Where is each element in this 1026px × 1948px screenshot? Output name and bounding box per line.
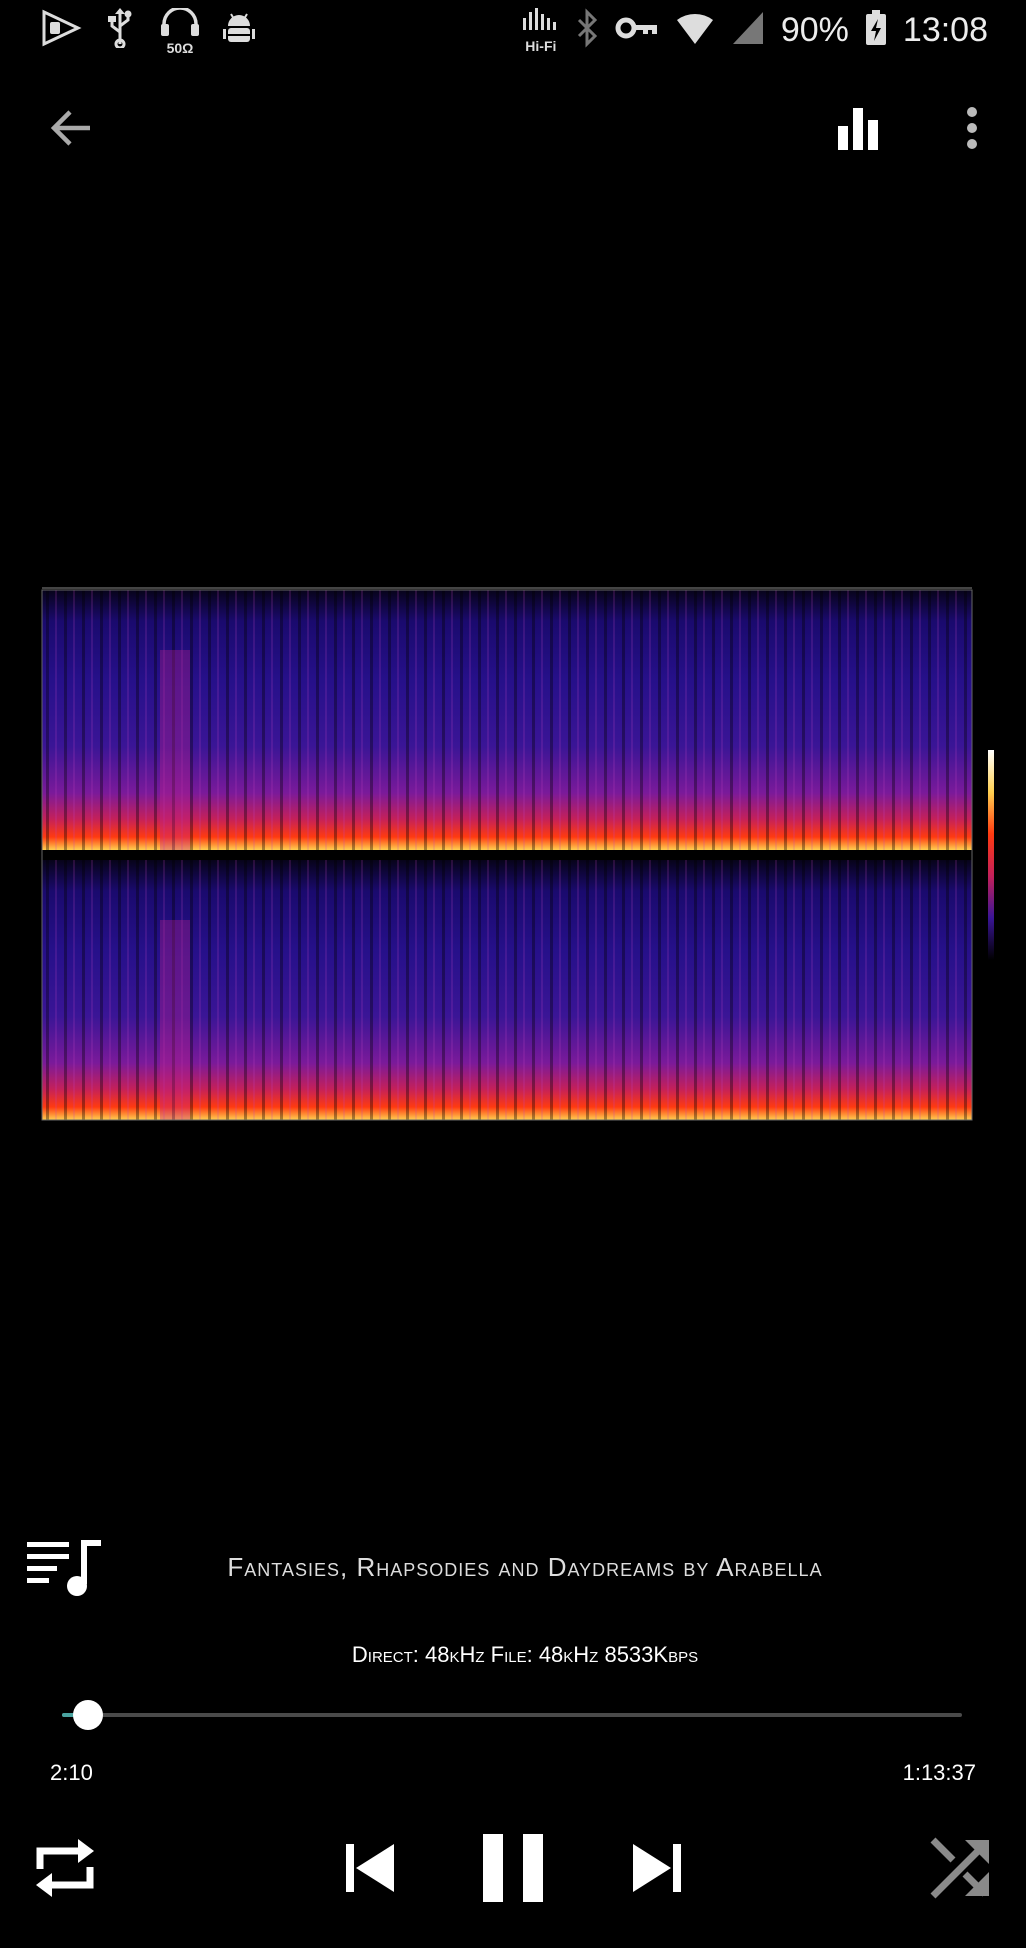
repeat-button[interactable] [20,1825,110,1915]
hifi-label: Hi-Fi [525,38,557,54]
cell-signal-icon [731,10,765,51]
shuffle-icon [929,1836,993,1905]
skip-next-icon [631,1842,683,1899]
seek-track [62,1713,962,1717]
next-track-button[interactable] [612,1825,702,1915]
queue-music-icon [27,1538,103,1603]
battery-percent: 90% [780,10,849,49]
album-art-spectrogram [10,560,995,1152]
pause-icon [481,1832,545,1909]
more-options-button[interactable] [932,90,1012,170]
back-arrow-icon [48,108,92,153]
queue-button[interactable] [20,1530,110,1610]
status-bar-left: 50Ω [40,6,256,56]
equalizer-icon [836,106,880,155]
previous-track-button[interactable] [325,1825,415,1915]
headphone-impedance-label: 50Ω [166,40,194,56]
status-bar-right: Hi-Fi 90% 13:08 [519,7,988,54]
battery-charging-icon [865,9,887,51]
back-button[interactable] [30,90,110,170]
bluetooth-icon [575,7,599,53]
seek-thumb[interactable] [73,1700,104,1730]
clock: 13:08 [902,10,988,49]
android-debug-icon [222,8,256,53]
wifi-icon [675,10,715,51]
track-title: Fantasies, Rhapsodies and Daydreams by A… [227,1552,823,1582]
shuffle-button[interactable] [916,1825,1006,1915]
skip-previous-icon [344,1842,396,1899]
seek-bar[interactable] [62,1700,962,1730]
play-store-icon [40,8,82,53]
audio-format-info: Direct: 48kHz File: 48kHz 8533Kbps [351,1642,699,1667]
headphones-icon: 50Ω [158,6,199,56]
elapsed-time: 2:10 [50,1760,93,1785]
pause-button[interactable] [465,1820,560,1920]
status-bar: 50Ω Hi-Fi 90% 13:08 [0,0,1026,60]
total-duration: 1:13:37 [902,1760,976,1785]
more-vert-icon [964,106,980,155]
equalizer-button[interactable] [818,90,898,170]
usb-icon [106,7,134,53]
repeat-icon [30,1833,100,1908]
hifi-icon: Hi-Fi [519,8,559,54]
vpn-key-icon [615,8,659,53]
